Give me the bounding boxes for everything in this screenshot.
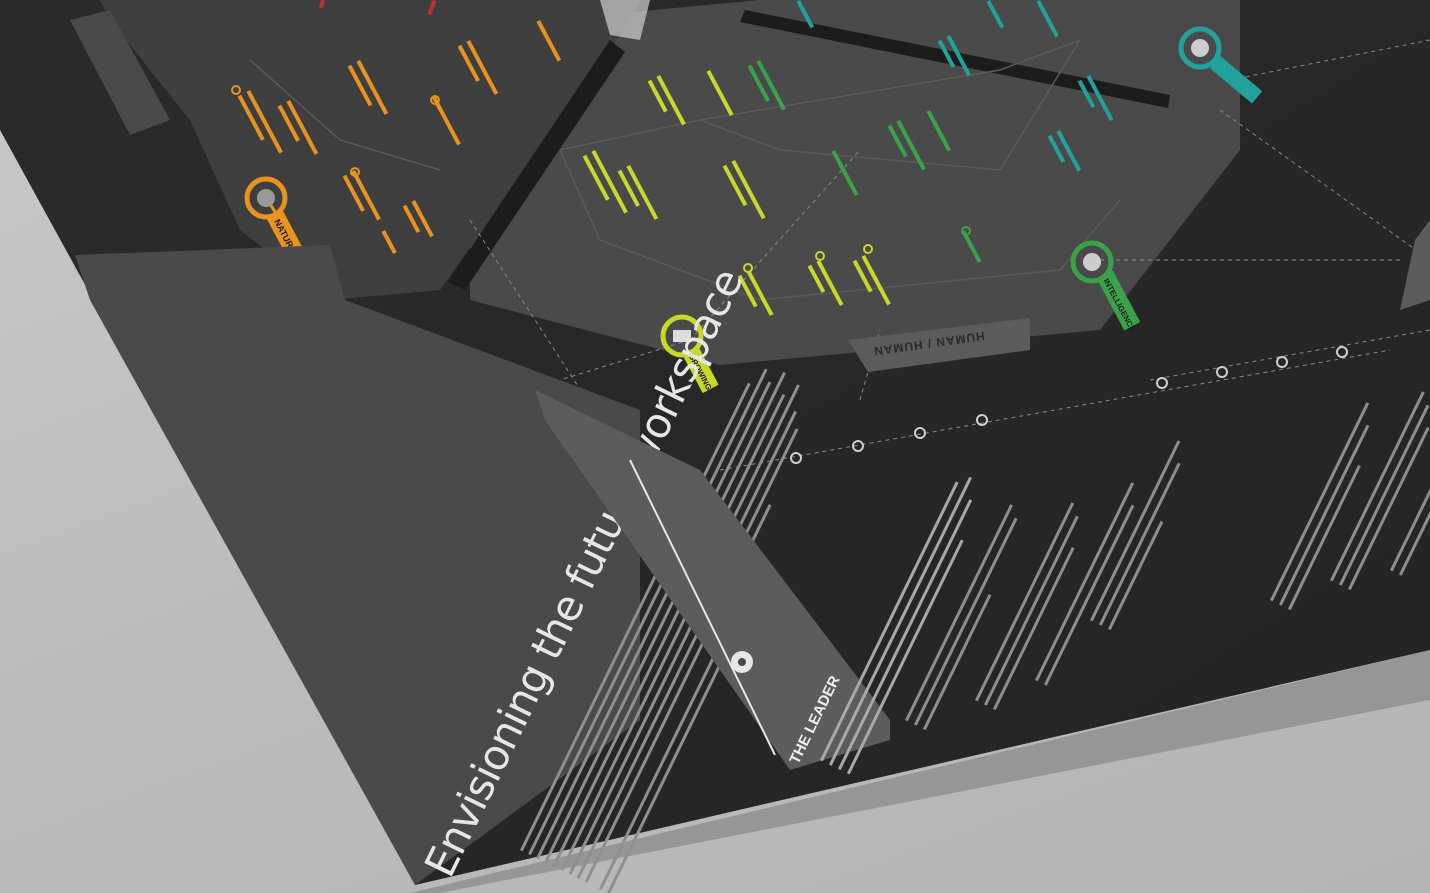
poster-photo-scene: NATURAL USER INTERFACE GROWING INTELLIGE… [0, 0, 1430, 893]
